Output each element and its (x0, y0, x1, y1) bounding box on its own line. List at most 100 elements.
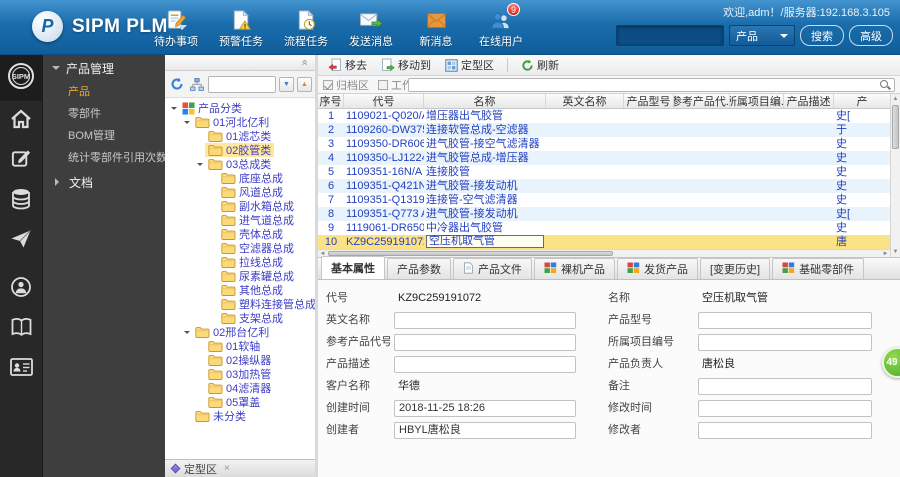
tree-node[interactable]: 风道总成 (165, 185, 315, 199)
rail-send-button[interactable] (0, 221, 42, 261)
tree-node[interactable]: 01河北亿利 (165, 115, 315, 129)
rail-sipm-badge-button[interactable]: SIPM (0, 55, 42, 101)
sidebar-item[interactable]: BOM管理 (43, 125, 165, 147)
sidebar-item[interactable]: 零部件 (43, 103, 165, 125)
advanced-search-button[interactable]: 高级 (849, 25, 893, 46)
tree-search-input[interactable] (208, 75, 276, 93)
search-icon[interactable] (879, 79, 891, 91)
modified-time-field[interactable] (698, 400, 872, 417)
tree-node[interactable]: 底座总成 (165, 171, 315, 185)
tree-node[interactable]: 其他总成 (165, 283, 315, 297)
tree-node[interactable]: 副水箱总成 (165, 199, 315, 213)
table-filter-input[interactable] (408, 78, 895, 92)
tree-node[interactable]: 04滤清器 (165, 381, 315, 395)
finalize-zone-button[interactable]: 定型区 (439, 55, 500, 75)
table-row[interactable]: 1 1109021-Q020/A 增压器出气胶管 史[ (318, 109, 890, 123)
table-row[interactable]: 6 1109351-Q421N/A进气胶管-接发动机 史 (318, 179, 890, 193)
global-search-input[interactable] (616, 25, 724, 46)
tree-node[interactable]: 02胶管类 (165, 143, 315, 157)
sidebar-group[interactable]: 文档 (43, 169, 165, 195)
close-icon[interactable] (224, 463, 230, 474)
tree-node[interactable]: 01软轴 (165, 339, 315, 353)
tab-product-files[interactable]: 产品文件 (453, 258, 532, 279)
tree-node[interactable]: 05罩盖 (165, 395, 315, 409)
todo-items-button[interactable]: 待办事项 (150, 5, 202, 49)
column-header[interactable]: 产品描述 (784, 94, 834, 108)
tree-node[interactable]: 尿素罐总成 (165, 269, 315, 283)
en-name-field[interactable] (394, 312, 576, 329)
rail-book-button[interactable] (0, 309, 42, 349)
table-row[interactable]: 5 1109351-16N/A 连接胶管 史 (318, 165, 890, 179)
column-header[interactable]: 产品型号 (624, 94, 674, 108)
column-header[interactable]: 英文名称 (546, 94, 624, 108)
process-tasks-button[interactable]: 流程任务 (280, 5, 332, 49)
column-header[interactable]: 所属项目编.. (730, 94, 784, 108)
online-users-button[interactable]: 在线用户 9 (475, 3, 527, 49)
remove-button[interactable]: 移去 (322, 55, 373, 75)
vertical-scroll-thumb[interactable] (892, 105, 899, 149)
table-row[interactable]: 7 1109351-Q1319D/A连接管-空气滤清器 史 (318, 193, 890, 207)
search-button[interactable]: 搜索 (800, 25, 844, 46)
table-row[interactable]: 3 1109350-DR606 A进气胶管-接空气滤清器 史 (318, 137, 890, 151)
vertical-scrollbar[interactable] (890, 94, 900, 257)
sidebar-group[interactable]: 产品管理 (43, 55, 165, 81)
column-header[interactable]: 代号 (344, 94, 424, 108)
rail-home-button[interactable] (0, 101, 42, 141)
tree-node[interactable]: 壳体总成 (165, 227, 315, 241)
tree-node[interactable]: 01滤芯类 (165, 129, 315, 143)
tab-base-parts[interactable]: 基础零部件 (772, 258, 865, 279)
tree-node[interactable]: 03总成类 (165, 157, 315, 171)
creator-field[interactable]: HBYL唐松良 (394, 422, 576, 439)
tree-node[interactable]: 进气道总成 (165, 213, 315, 227)
table-row[interactable]: 8 1109351-Q773 A 进气胶管-接发动机 史[ (318, 207, 890, 221)
column-header[interactable]: 参考产品代.. (674, 94, 730, 108)
inline-edit-box[interactable]: 空压机取气管 (426, 235, 544, 248)
tree-node[interactable]: 02操纵器 (165, 353, 315, 367)
tree-refresh-icon[interactable] (168, 76, 185, 93)
table-row[interactable]: 9 1119061-DR650/B中冷器出气胶管 史 (318, 221, 890, 235)
description-field[interactable] (394, 356, 576, 373)
tab-bare-product[interactable]: 裸机产品 (534, 258, 615, 279)
tree-node[interactable]: 02邢台亿利 (165, 325, 315, 339)
archive-checkbox[interactable]: 归档区 (323, 77, 369, 93)
rail-broadcast-button[interactable] (0, 269, 42, 309)
sidebar-item[interactable]: 统计零部件引用次数 (43, 147, 165, 169)
column-header[interactable]: 产 (834, 94, 890, 108)
column-header[interactable]: 名称 (424, 94, 546, 108)
rail-id-card-button[interactable] (0, 349, 42, 389)
horizontal-scrollbar[interactable] (318, 249, 890, 257)
table-row[interactable]: 4 1109350-LJ1224Z/A进气胶管总成-增压器 史 (318, 151, 890, 165)
tab-shipped-product[interactable]: 发货产品 (617, 258, 698, 279)
scroll-down-arrow[interactable] (891, 247, 900, 257)
scroll-up-arrow[interactable] (891, 94, 900, 104)
column-header[interactable]: 序号 (318, 94, 344, 108)
tree-node[interactable]: 未分类 (165, 409, 315, 423)
tree-node[interactable]: 塑料连接管总成 (165, 297, 315, 311)
rail-database-button[interactable] (0, 181, 42, 221)
rail-compose-button[interactable] (0, 141, 42, 181)
table-row[interactable]: 2 1109260-DW375 连接软管总成-空滤器 于 (318, 123, 890, 137)
finalize-zone-tab[interactable]: 定型区 (170, 461, 230, 477)
created-time-field[interactable]: 2018-11-25 18:26 (394, 400, 576, 417)
tree-node[interactable]: 产品分类 (165, 101, 315, 115)
sidebar-item[interactable]: 产品 (43, 81, 165, 103)
tree-node[interactable]: 支架总成 (165, 311, 315, 325)
table-row[interactable]: 10 KZ9C259191072 空压机取气管 唐 (318, 235, 890, 249)
tab-change-history[interactable]: [变更历史] (700, 258, 771, 279)
move-to-button[interactable]: 移动到 (375, 55, 437, 75)
tab-basic-props[interactable]: 基本属性 (321, 256, 385, 279)
search-next-button[interactable] (279, 76, 294, 92)
collapse-up-icon[interactable] (297, 59, 310, 65)
new-message-button[interactable]: 新消息 (410, 5, 462, 49)
ref-code-field[interactable] (394, 334, 576, 351)
tree-node[interactable]: 空滤器总成 (165, 241, 315, 255)
remark-field[interactable] (698, 378, 872, 395)
tree-node[interactable]: 拉线总成 (165, 255, 315, 269)
project-no-field[interactable] (698, 334, 872, 351)
refresh-button[interactable]: 刷新 (515, 55, 565, 75)
model-field[interactable] (698, 312, 872, 329)
modifier-field[interactable] (698, 422, 872, 439)
send-message-button[interactable]: 发送消息 (345, 5, 397, 49)
search-category-select[interactable]: 产品 (729, 25, 795, 46)
tree-structure-icon[interactable] (188, 76, 205, 93)
